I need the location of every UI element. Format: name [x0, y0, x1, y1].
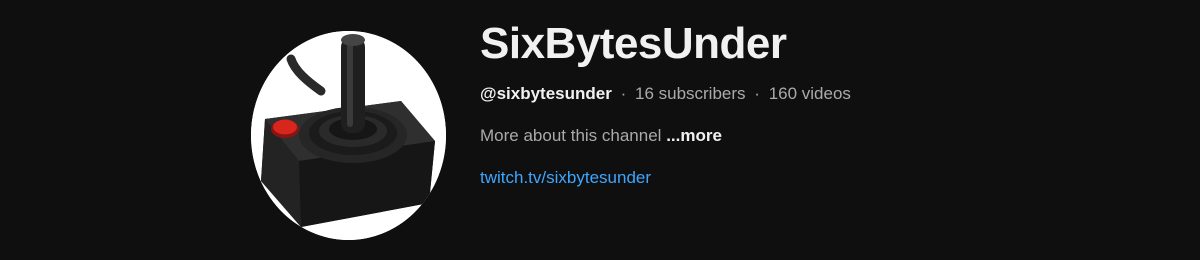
meta-separator: ·: [620, 84, 627, 103]
channel-avatar[interactable]: [251, 31, 446, 240]
video-count: 160 videos: [768, 84, 851, 103]
channel-header: SixBytesUnder @sixbytesunder · 16 subscr…: [0, 0, 1200, 260]
more-button[interactable]: ...more: [666, 126, 722, 145]
channel-handle[interactable]: @sixbytesunder: [480, 84, 612, 103]
channel-description[interactable]: More about this channel ...more: [480, 124, 851, 148]
channel-link[interactable]: twitch.tv/sixbytesunder: [480, 166, 651, 190]
channel-info: SixBytesUnder @sixbytesunder · 16 subscr…: [480, 16, 851, 190]
channel-name: SixBytesUnder: [480, 19, 787, 68]
joystick-icon: [251, 31, 446, 240]
meta-separator: ·: [754, 84, 760, 103]
channel-meta: @sixbytesunder · 16 subscribers · 160 vi…: [480, 82, 851, 106]
subscriber-count: 16 subscribers: [634, 84, 746, 103]
description-text: More about this channel: [480, 126, 662, 145]
